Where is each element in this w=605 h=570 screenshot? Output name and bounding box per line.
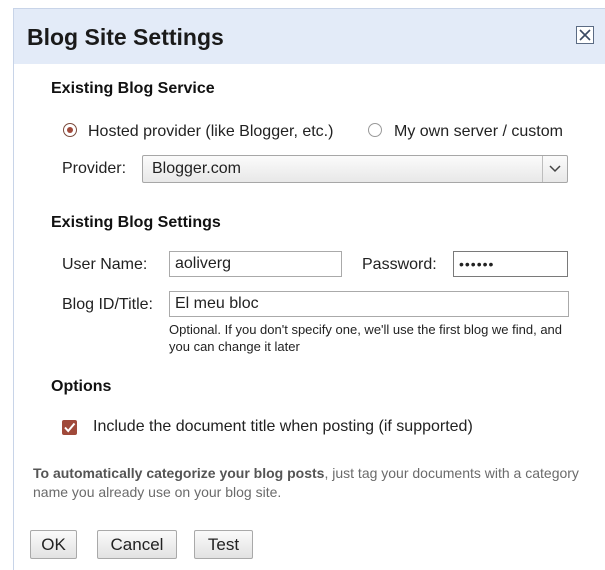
dialog-titlebar: Blog Site Settings [14, 9, 605, 64]
radio-hosted-provider[interactable] [63, 123, 77, 137]
blog-id-hint: Optional. If you don't specify one, we'l… [169, 322, 563, 354]
blog-id-label: Blog ID/Title: [62, 296, 153, 313]
cancel-button[interactable]: Cancel [97, 530, 177, 559]
ok-button[interactable]: OK [30, 530, 77, 559]
radio-hosted-provider-label[interactable]: Hosted provider (like Blogger, etc.) [88, 123, 333, 141]
blog-id-input[interactable]: El meu bloc [169, 291, 569, 317]
include-title-label[interactable]: Include the document title when posting … [93, 418, 473, 436]
dialog-title: Blog Site Settings [27, 24, 224, 50]
provider-select[interactable]: Blogger.com [142, 155, 568, 183]
existing-settings-heading: Existing Blog Settings [51, 214, 221, 231]
password-label: Password: [362, 256, 437, 273]
options-heading: Options [51, 378, 112, 395]
categorize-tip-bold: To automatically categorize your blog po… [33, 465, 325, 481]
provider-select-value: Blogger.com [152, 160, 241, 177]
close-icon[interactable] [576, 26, 594, 44]
username-label: User Name: [62, 256, 148, 273]
test-button[interactable]: Test [194, 530, 253, 559]
username-input[interactable]: aoliverg [169, 251, 342, 277]
chevron-down-icon[interactable] [542, 156, 567, 182]
blog-settings-dialog: Blog Site Settings Existing Blog Service… [13, 8, 605, 570]
include-title-checkbox[interactable] [62, 420, 77, 435]
radio-own-server-label[interactable]: My own server / custom [394, 123, 563, 141]
provider-label: Provider: [62, 160, 127, 177]
categorize-tip: To automatically categorize your blog po… [33, 464, 593, 502]
password-input[interactable]: •••••• [453, 251, 568, 277]
existing-service-heading: Existing Blog Service [51, 80, 215, 97]
radio-own-server[interactable] [368, 123, 382, 137]
